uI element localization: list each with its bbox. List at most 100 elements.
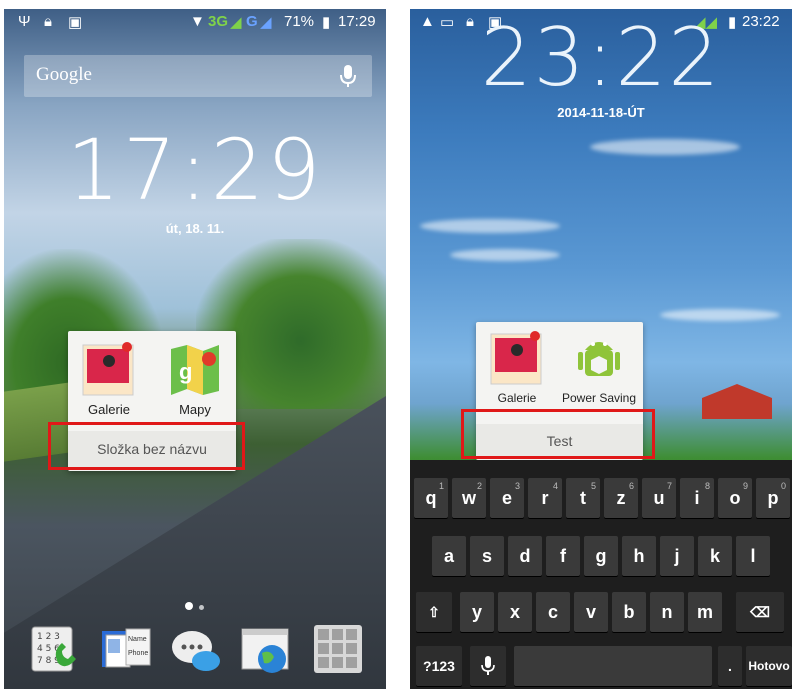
android-icon [578, 342, 620, 376]
status-time: 17:29 [338, 13, 376, 30]
key-label: w [461, 488, 476, 508]
key-label: t [580, 488, 586, 508]
app-mapy[interactable]: g Mapy [160, 339, 230, 417]
key-i[interactable]: i8 [680, 478, 714, 518]
cloud [590, 139, 740, 155]
key-n[interactable]: n [650, 592, 684, 632]
battery-percent: 71% [284, 13, 315, 30]
key-v[interactable]: v [574, 592, 608, 632]
key-r[interactable]: r4 [528, 478, 562, 518]
voice-input-key[interactable] [470, 646, 506, 686]
key-number-hint: 7 [666, 481, 672, 491]
key-d[interactable]: d [508, 536, 542, 576]
key-number-hint: 5 [590, 481, 596, 491]
key-label: p [767, 488, 779, 508]
right-home-screen: ▲ ▭ 🔒︎ ▣ ◢◢ ▮ 23:22 23:22 2014-11-18-ÚT … [410, 9, 792, 689]
key-label: e [501, 488, 512, 508]
key-number-hint: 9 [742, 481, 748, 491]
clock-time: 23:22 [480, 11, 722, 104]
microphone-icon[interactable] [338, 64, 358, 88]
key-m[interactable]: m [688, 592, 722, 632]
key-g[interactable]: g [584, 536, 618, 576]
image-icon: ▣ [68, 14, 83, 31]
key-x[interactable]: x [498, 592, 532, 632]
key-label: u [653, 488, 665, 508]
done-key[interactable]: Hotovo [746, 646, 792, 686]
key-number-hint: 3 [514, 481, 520, 491]
dock: 1 2 34 5 67 8 9 Name Phone [4, 623, 386, 685]
key-w[interactable]: w2 [452, 478, 486, 518]
key-label: q [425, 488, 437, 508]
maps-icon: g [171, 345, 219, 395]
key-label: r [541, 488, 549, 508]
dialer-icon[interactable]: 1 2 34 5 67 8 9 [28, 623, 80, 675]
contacts-icon[interactable]: Name Phone [100, 623, 152, 675]
key-y[interactable]: y [460, 592, 494, 632]
svg-text:g: g [179, 359, 192, 384]
keyboard: q1w2e3r4t5z6u7i8o9p0 asdfghjkl yxcvbnm ⇧… [410, 460, 792, 689]
key-e[interactable]: e3 [490, 478, 524, 518]
browser-icon[interactable] [240, 623, 292, 675]
signal-icon-2: ◢ [260, 14, 272, 31]
usb-icon: Ψ [18, 13, 31, 30]
period-key[interactable]: . [718, 646, 742, 686]
page-indicator [185, 595, 210, 614]
key-label: z [616, 488, 626, 508]
key-u[interactable]: u7 [642, 478, 676, 518]
key-k[interactable]: k [698, 536, 732, 576]
key-z[interactable]: z6 [604, 478, 638, 518]
highlight-box [461, 409, 655, 459]
app-power-saving[interactable]: Power Saving [556, 328, 642, 405]
key-number-hint: 2 [476, 481, 482, 491]
signal-icon: ◢ [230, 14, 242, 31]
key-c[interactable]: c [536, 592, 570, 632]
clock-date: út, 18. 11. [165, 221, 225, 236]
cloud [450, 249, 560, 261]
messaging-icon[interactable] [170, 623, 222, 675]
key-label: i [694, 488, 700, 508]
battery-icon: ▮ [322, 14, 331, 31]
app-galerie-label: Galerie [88, 402, 130, 417]
page-dot [199, 605, 204, 610]
key-o[interactable]: o9 [718, 478, 752, 518]
space-key[interactable] [514, 646, 712, 686]
key-number-hint: 4 [552, 481, 558, 491]
gallery-icon [82, 342, 134, 396]
contacts-phone-text: Phone [128, 650, 148, 657]
backspace-key[interactable]: ⌫ [736, 592, 784, 632]
key-s[interactable]: s [470, 536, 504, 576]
cloud [420, 219, 560, 233]
app-galerie[interactable]: Galerie [74, 339, 144, 417]
google-search-bar[interactable]: Google [24, 55, 372, 97]
key-q[interactable]: q1 [414, 478, 448, 518]
app-galerie-label: Galerie [497, 391, 537, 405]
google-logo: Google [36, 64, 92, 85]
contacts-name-text: Name [128, 636, 147, 643]
shift-key[interactable]: ⇧ [416, 592, 452, 632]
svg-text:1 2 3: 1 2 3 [37, 632, 60, 642]
key-h[interactable]: h [622, 536, 656, 576]
key-j[interactable]: j [660, 536, 694, 576]
key-p[interactable]: p0 [756, 478, 790, 518]
app-drawer-icon[interactable] [312, 623, 364, 675]
key-l[interactable]: l [736, 536, 770, 576]
clock-time: 17:29 [66, 121, 324, 219]
key-label: o [729, 488, 741, 508]
app-power-saving-label: Power Saving [561, 391, 637, 405]
key-b[interactable]: b [612, 592, 646, 632]
cloud [660, 309, 780, 321]
key-f[interactable]: f [546, 536, 580, 576]
app-galerie[interactable]: Galerie [482, 328, 552, 405]
lock-icon: 🔒︎ [44, 13, 52, 30]
status-bar: Ψ 🔒︎ ▣ ▼ 3G ◢ G ◢ 71% ▮ 17:29 [4, 9, 386, 35]
highlight-box [48, 422, 245, 470]
gallery-icon [490, 331, 542, 385]
network-type: 3G [208, 13, 229, 30]
key-a[interactable]: a [432, 536, 466, 576]
clock-date: 2014-11-18-ÚT [557, 105, 645, 120]
key-number-hint: 0 [780, 481, 786, 491]
network-g: G [246, 13, 258, 30]
app-mapy-label: Mapy [179, 402, 211, 417]
key-t[interactable]: t5 [566, 478, 600, 518]
symbols-key[interactable]: ?123 [416, 646, 462, 686]
